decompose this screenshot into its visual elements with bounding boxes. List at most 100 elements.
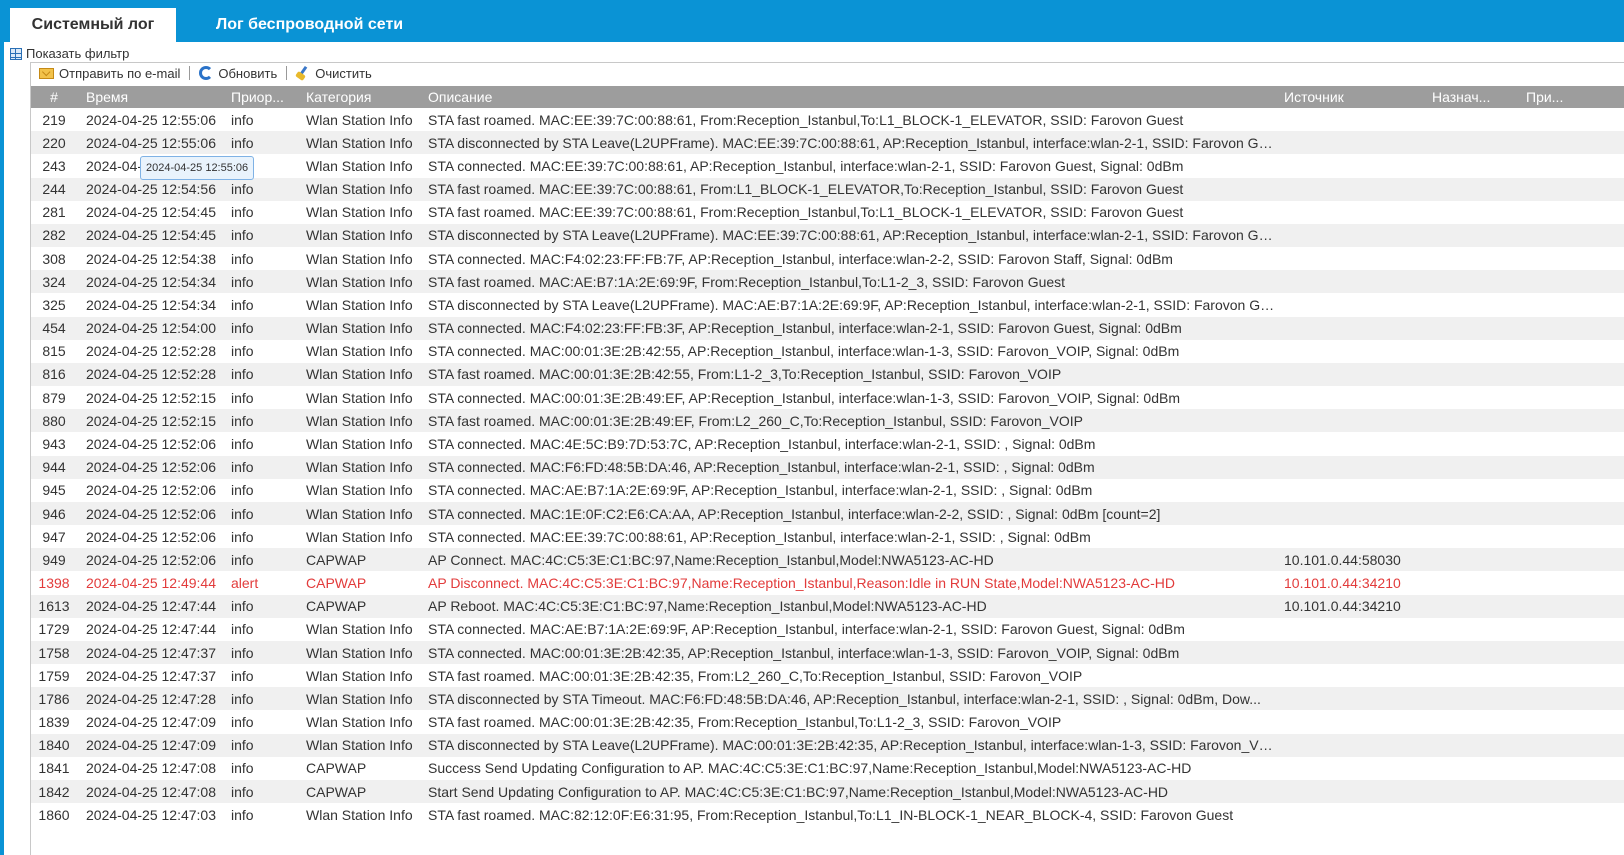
table-row[interactable]: 220 2024-04-25 12:55:06 info Wlan Station I…	[31, 131, 1624, 155]
cell-number: 943	[42, 435, 66, 452]
cell-note	[1517, 409, 1624, 433]
column-header-time[interactable]: Время	[77, 86, 222, 108]
table-row[interactable]: 946 2024-04-25 12:52:06 info Wlan Station I…	[31, 501, 1624, 526]
cell-destination	[1423, 525, 1517, 548]
cell-number: 944	[31, 455, 77, 479]
cell-source	[1275, 316, 1423, 340]
table-row[interactable]: 1759 2024-04-25 12:47:37 info Wlan Station …	[31, 664, 1624, 687]
table-row[interactable]: 325 2024-04-25 12:54:34 info Wlan Station I…	[31, 293, 1624, 316]
table-row[interactable]: 2432024-04-25 12:55:06infoWlan Station I…	[31, 154, 1624, 177]
cell-description: STA disconnected by STA Leave(L2UPFrame)…	[428, 296, 1275, 313]
cell-priority: info	[222, 779, 297, 804]
show-filter-label: Показать фильтр	[26, 46, 130, 61]
cell-note	[1517, 293, 1624, 316]
cell-number: 1840	[31, 733, 77, 757]
table-row[interactable]: 943 2024-04-25 12:52:06 info Wlan Station I…	[31, 432, 1624, 455]
cell-destination	[1423, 733, 1517, 757]
cell-description: STA disconnected by STA Timeout. MAC:F6:…	[419, 687, 1275, 711]
table-row[interactable]: 879 2024-04-25 12:52:15 info Wlan Station I…	[31, 386, 1624, 409]
column-header-number[interactable]: #	[31, 86, 77, 108]
table-row[interactable]: 324 2024-04-25 12:54:34 info Wlan Station I…	[31, 270, 1624, 294]
table-row[interactable]: 1786 2024-04-25 12:47:28 info Wlan Station …	[31, 687, 1624, 711]
left-edge-bar	[0, 42, 4, 855]
table-row[interactable]: 281 2024-04-25 12:54:45 info Wlan Station I…	[31, 201, 1624, 224]
table-row[interactable]: 308 2024-04-25 12:54:38 info Wlan Station I…	[31, 247, 1624, 270]
column-header-priority[interactable]: Приор...	[222, 86, 297, 108]
cell-priority: info	[231, 806, 254, 823]
column-header-note[interactable]: При...	[1517, 86, 1624, 108]
cell-source	[1275, 501, 1423, 526]
table-row[interactable]: 947 2024-04-25 12:52:06 info Wlan Station I…	[31, 525, 1624, 548]
table-row[interactable]: 880 2024-04-25 12:52:15 info Wlan Station I…	[31, 409, 1624, 433]
cell-description: STA connected. MAC:AE:B7:1A:2E:69:9F, AP…	[428, 621, 1185, 638]
cell-priority: info	[231, 389, 254, 406]
cell-priority: info	[231, 296, 254, 313]
cell-note	[1517, 386, 1624, 409]
cell-time: 2024-04-25 12:52:06	[86, 528, 216, 545]
email-button[interactable]: Отправить по e-mail	[34, 66, 185, 81]
column-header-source[interactable]: Источник	[1275, 86, 1423, 108]
cell-destination	[1423, 270, 1517, 294]
cell-time: 2024-04-25 12:47:28	[77, 687, 222, 711]
cell-number: 1758	[31, 640, 77, 665]
table-row[interactable]: 244 2024-04-25 12:54:56 info Wlan Station I…	[31, 177, 1624, 201]
column-header-category[interactable]: Категория	[297, 86, 419, 108]
cell-category: Wlan Station Info	[306, 435, 413, 452]
clear-button[interactable]: Очистить	[291, 66, 377, 81]
table-row[interactable]: 1840 2024-04-25 12:47:09 info Wlan Station …	[31, 733, 1624, 757]
cell-number: 325	[42, 296, 66, 313]
cell-priority: info	[222, 455, 297, 479]
table-row[interactable]: 815 2024-04-25 12:52:28 info Wlan Station I…	[31, 340, 1624, 363]
cell-category: Wlan Station Info	[297, 316, 419, 340]
table-row[interactable]: 1839 2024-04-25 12:47:09 info Wlan Station …	[31, 710, 1624, 733]
cell-time: 2024-04-25 12:55:06	[86, 111, 216, 128]
cell-category: CAPWAP	[306, 760, 367, 777]
cell-description: STA disconnected by STA Leave(L2UPFrame)…	[419, 733, 1275, 757]
table-row[interactable]: 1758 2024-04-25 12:47:37 info Wlan Station …	[31, 640, 1624, 665]
table-row[interactable]: 945 2024-04-25 12:52:06 info Wlan Station I…	[31, 479, 1624, 502]
cell-destination	[1423, 479, 1517, 502]
column-header-destination[interactable]: Назнач...	[1423, 86, 1517, 108]
table-row[interactable]: 219 2024-04-25 12:55:06 info Wlan Station I…	[31, 108, 1624, 131]
cell-number: 946	[31, 501, 77, 526]
table-row[interactable]: 1841 2024-04-25 12:47:08 info CAPWAP Success…	[31, 757, 1624, 780]
table-row[interactable]: 1860 2024-04-25 12:47:03 info Wlan Station …	[31, 803, 1624, 826]
table-row[interactable]: 949 2024-04-25 12:52:06 info CAPWAP AP Conne…	[31, 548, 1624, 572]
cell-number: 880	[31, 409, 77, 433]
cell-category: Wlan Station Info	[297, 687, 419, 711]
cell-destination	[1423, 571, 1517, 594]
cell-source	[1275, 223, 1423, 248]
cell-source	[1275, 803, 1423, 826]
cell-source	[1275, 640, 1423, 665]
refresh-button[interactable]: Обновить	[194, 66, 282, 81]
cell-priority: info	[222, 594, 297, 618]
refresh-button-label: Обновить	[218, 65, 278, 81]
cell-source	[1275, 479, 1423, 502]
cell-note	[1517, 154, 1624, 177]
cell-category: Wlan Station Info	[306, 621, 413, 638]
table-row[interactable]: 1398 2024-04-25 12:49:44 alert CAPWAP AP Dis…	[31, 571, 1624, 594]
cell-number: 1398	[38, 575, 70, 592]
table-row[interactable]: 1729 2024-04-25 12:47:44 info Wlan Station …	[31, 618, 1624, 641]
tab-system-log[interactable]: Системный лог	[10, 8, 176, 42]
table-row[interactable]: 282 2024-04-25 12:54:45 info Wlan Station I…	[31, 223, 1624, 248]
cell-description: STA connected. MAC:00:01:3E:2B:42:35, AP…	[419, 640, 1275, 665]
table-row[interactable]: 1842 2024-04-25 12:47:08 info CAPWAP Start S…	[31, 779, 1624, 804]
table-row[interactable]: 454 2024-04-25 12:54:00 info Wlan Station I…	[31, 316, 1624, 340]
cell-description: Success Send Updating Configuration to A…	[428, 760, 1192, 777]
cell-priority: info	[222, 316, 297, 340]
cell-destination	[1423, 594, 1517, 618]
cell-time: 2024-04-25 12:54:00	[77, 316, 222, 340]
cell-number: 220	[31, 131, 77, 155]
cell-category: Wlan Station Info	[306, 389, 413, 406]
cell-source	[1275, 455, 1423, 479]
cell-note	[1517, 710, 1624, 733]
column-header-description[interactable]: Описание	[419, 86, 1275, 108]
table-row[interactable]: 1613 2024-04-25 12:47:44 info CAPWAP AP Rebo…	[31, 594, 1624, 618]
cell-destination	[1423, 316, 1517, 340]
show-filter-link[interactable]: Показать фильтр	[10, 45, 129, 63]
tab-wireless-log[interactable]: Лог беспроводной сети	[198, 8, 421, 42]
table-row[interactable]: 944 2024-04-25 12:52:06 info Wlan Station I…	[31, 455, 1624, 479]
table-row[interactable]: 816 2024-04-25 12:52:28 info Wlan Station I…	[31, 362, 1624, 387]
cell-description: AP Disconnect. MAC:4C:C5:3E:C1:BC:97,Nam…	[428, 575, 1175, 592]
